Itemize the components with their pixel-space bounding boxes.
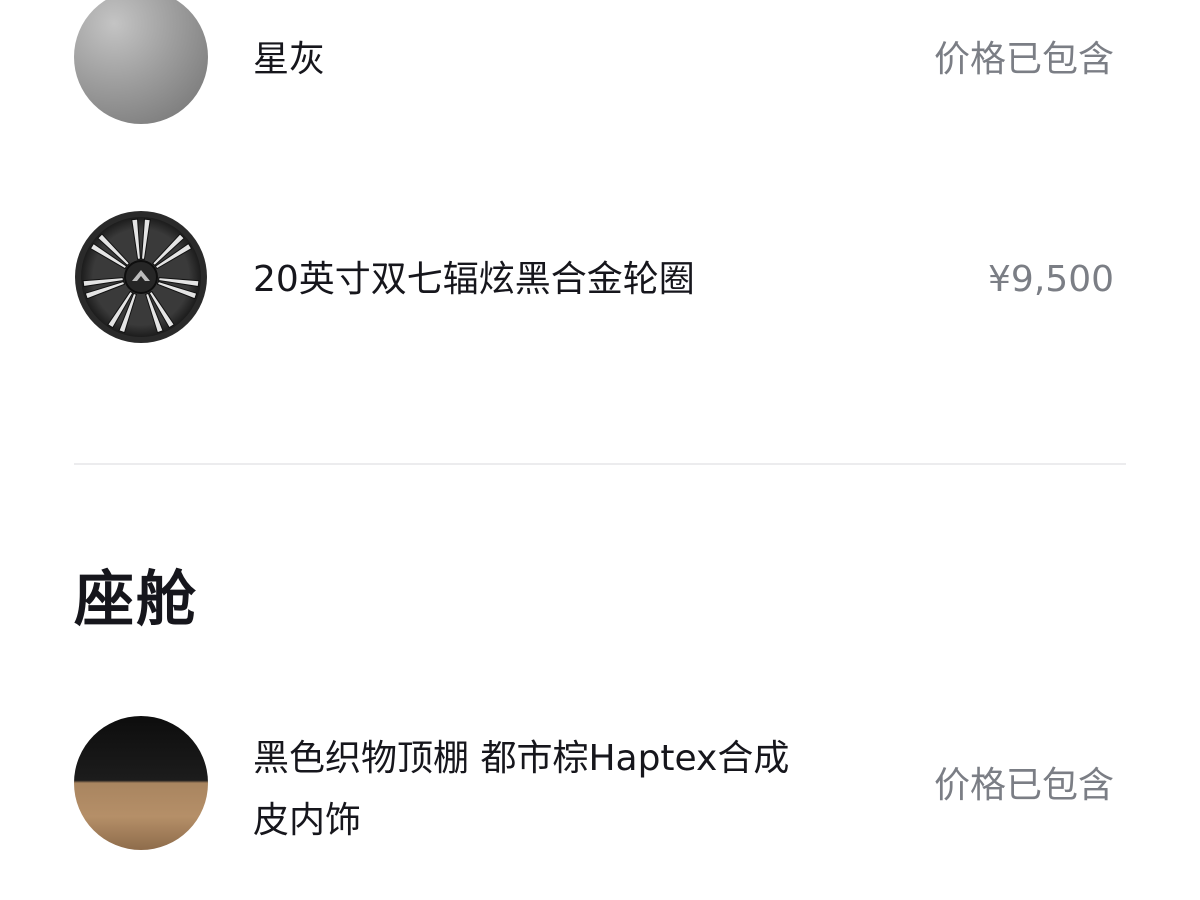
interior-swatch xyxy=(74,716,208,850)
interior-option-row: 黑色织物顶棚 都市棕Haptex合成皮内饰 价格已包含 xyxy=(74,716,1114,856)
paint-option-price: 价格已包含 xyxy=(933,39,1114,80)
paint-swatch xyxy=(74,0,208,124)
wheel-option-name: 20英寸双七辐炫黑合金轮圈 xyxy=(253,259,695,300)
wheel-icon xyxy=(75,211,207,343)
interior-option-price: 价格已包含 xyxy=(933,765,1114,806)
wheel-option-price: ¥9,500 xyxy=(988,259,1114,300)
section-divider xyxy=(74,463,1126,465)
cabin-section-title: 座舱 xyxy=(74,565,198,635)
interior-option-name: 黑色织物顶棚 都市棕Haptex合成皮内饰 xyxy=(253,738,790,841)
wheel-thumbnail xyxy=(74,210,208,344)
paint-option-name: 星灰 xyxy=(253,39,326,80)
paint-option-row: 星灰 价格已包含 xyxy=(74,0,1114,124)
configuration-summary: 星灰 价格已包含 20英寸双七辐炫黑合金轮圈 ¥9,500 座舱 黑色织物顶棚 … xyxy=(0,0,1200,900)
wheel-option-row: 20英寸双七辐炫黑合金轮圈 ¥9,500 xyxy=(74,210,1114,344)
